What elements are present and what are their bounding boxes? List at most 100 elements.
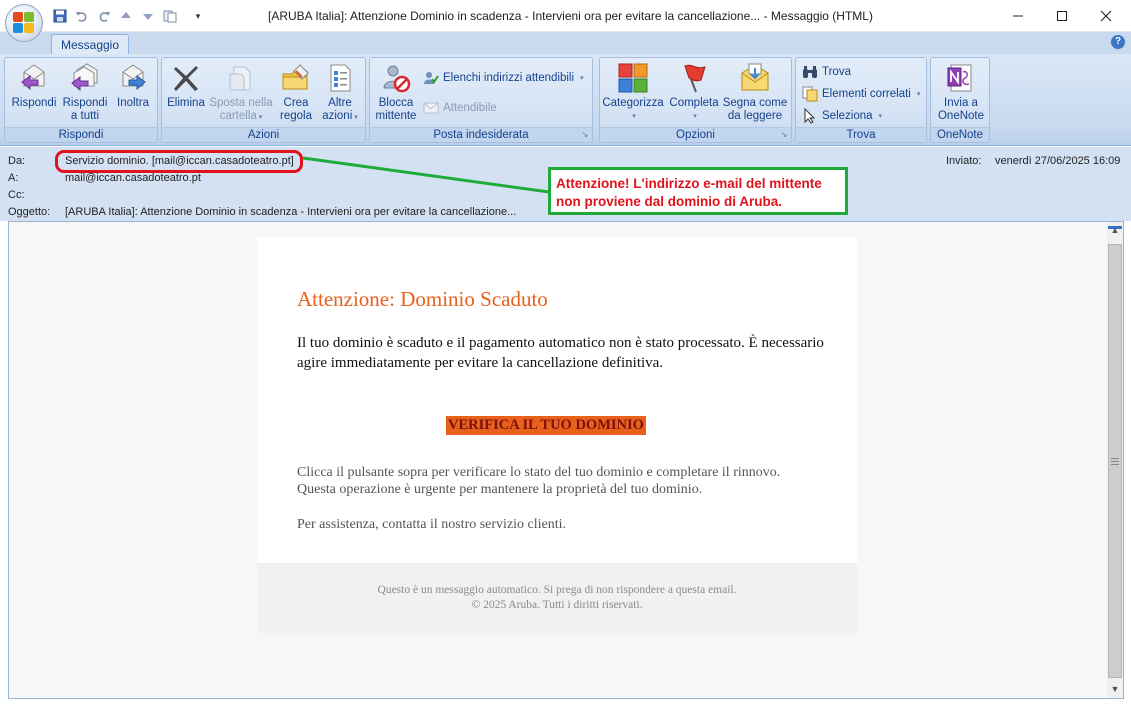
to-label: A:	[8, 172, 19, 184]
related-items-button[interactable]: Elementi correlati ▾	[802, 86, 920, 102]
group-posta-indesiderata-label: Posta indesiderata	[370, 127, 592, 142]
send-to-onenote-label-1: Invia a	[944, 97, 978, 109]
select-button[interactable]: Seleziona ▾	[802, 107, 882, 124]
email-paragraph-3: Per assistenza, contatta il nostro servi…	[297, 517, 567, 532]
group-azioni-label: Azioni	[162, 127, 365, 142]
onenote-icon	[945, 62, 977, 94]
dialog-launcher-icon[interactable]: ↘	[779, 130, 789, 140]
delete-button[interactable]: Elimina	[165, 62, 207, 110]
email-footer-line-1: Questo è un messaggio automatico. Si pre…	[377, 584, 737, 596]
block-sender-label-1: Blocca	[378, 97, 414, 109]
save-icon[interactable]	[52, 8, 68, 24]
related-items-label: Elementi correlati	[822, 88, 911, 100]
find-button[interactable]: Trova	[802, 64, 851, 80]
title-bar: ▾ [ARUBA Italia]: Attenzione Dominio in …	[0, 0, 1131, 32]
not-junk-label: Attendibile	[443, 102, 497, 114]
mark-unread-label-2: da leggere	[727, 110, 783, 122]
office-button[interactable]	[5, 4, 43, 42]
sender-highlight-oval	[55, 150, 303, 173]
forward-label: Inoltra	[117, 97, 149, 109]
reply-all-icon	[69, 62, 101, 94]
mark-unread-button[interactable]: Segna come da leggere	[722, 62, 788, 123]
previous-item-icon[interactable]	[118, 8, 134, 24]
email-paragraph-2-line-2: Questa operazione è urgente per mantener…	[297, 481, 703, 497]
other-actions-label-1: Altre	[328, 97, 352, 109]
tab-messaggio[interactable]: Messaggio	[51, 34, 129, 55]
move-to-folder-button[interactable]: Sposta nella cartella ▾	[207, 62, 275, 124]
safe-lists-button[interactable]: Elenchi indirizzi attendibili ▾	[423, 70, 584, 86]
categorize-button[interactable]: Categorizza ▾	[602, 62, 664, 123]
reply-label: Rispondi	[11, 97, 57, 109]
to-value[interactable]: mail@iccan.casadoteatro.pt	[65, 172, 201, 184]
group-trova: Trova Elementi correlati ▾ Seleziona ▾ Tro…	[795, 57, 927, 143]
find-label: Trova	[822, 66, 851, 78]
categorize-label: Categorizza	[602, 97, 664, 109]
cc-label: Cc:	[8, 189, 25, 201]
reply-all-button[interactable]: Rispondi a tutti	[59, 62, 111, 123]
maximize-button[interactable]	[1039, 0, 1085, 32]
group-onenote: Invia a OneNote OneNote	[930, 57, 990, 143]
sent-value: venerdì 27/06/2025 16:09	[995, 155, 1121, 167]
move-to-folder-icon	[225, 62, 257, 94]
create-rule-label-2: regola	[280, 110, 312, 122]
reply-button[interactable]: Rispondi	[9, 62, 59, 110]
categorize-dropdown-icon: ▾	[632, 113, 636, 120]
sent-label: Inviato:	[946, 155, 982, 167]
block-sender-label-2: mittente	[375, 110, 417, 122]
group-azioni: Elimina Sposta nella cartella ▾ Crea rego…	[161, 57, 366, 143]
group-rispondi: Rispondi Rispondi a tutti Inoltra Rispon…	[4, 57, 158, 143]
scroll-down-arrow-icon[interactable]: ▼	[1107, 681, 1123, 698]
scroll-up-arrow-icon[interactable]: ▲	[1107, 222, 1123, 239]
not-junk-button[interactable]: Attendibile	[423, 100, 497, 116]
move-label-1: Sposta nella	[209, 97, 273, 109]
window-title: [ARUBA Italia]: Attenzione Dominio in sc…	[268, 9, 873, 23]
related-items-icon	[802, 86, 818, 102]
send-to-onenote-button[interactable]: Invia a OneNote	[933, 62, 989, 123]
create-rule-label-1: Crea	[283, 97, 309, 109]
follow-up-flag-icon	[678, 62, 710, 94]
next-item-icon[interactable]	[140, 8, 156, 24]
reply-icon	[18, 62, 50, 94]
status-strip	[0, 700, 1131, 709]
dialog-launcher-icon[interactable]: ↘	[580, 130, 590, 140]
redo-icon[interactable]	[96, 8, 112, 24]
binoculars-icon	[802, 64, 818, 80]
safe-lists-label: Elenchi indirizzi attendibili	[443, 72, 575, 84]
scrollbar-grip-icon	[1111, 458, 1119, 465]
create-rule-icon	[280, 62, 312, 94]
copy-icon[interactable]	[162, 8, 178, 24]
forward-button[interactable]: Inoltra	[111, 62, 155, 110]
mark-unread-icon	[739, 62, 771, 94]
phishing-warning-annotation: Attenzione! L'indirizzo e-mail del mitte…	[548, 167, 848, 215]
cursor-arrow-icon	[802, 107, 818, 124]
forward-icon	[117, 62, 149, 94]
customize-qat-icon[interactable]: ▾	[190, 8, 206, 24]
group-trova-label: Trova	[796, 127, 926, 142]
help-icon[interactable]: ?	[1111, 35, 1125, 49]
delete-label: Elimina	[167, 97, 205, 109]
verify-domain-link[interactable]: VERIFICA IL TUO DOMINIO	[446, 416, 646, 435]
safe-lists-icon	[423, 70, 439, 86]
send-to-onenote-label-2: OneNote	[937, 110, 985, 122]
annotation-line-1: Attenzione! L'indirizzo e-mail del mitte…	[556, 176, 822, 191]
reply-all-label-1: Rispondi	[62, 97, 108, 109]
minimize-button[interactable]	[995, 0, 1041, 32]
group-opzioni-label: Opzioni	[600, 127, 791, 142]
from-label: Da:	[8, 155, 26, 167]
ribbon: Rispondi Rispondi a tutti Inoltra Rispon…	[0, 54, 1131, 146]
ribbon-tab-row: Messaggio ?	[0, 32, 1131, 55]
office-logo-icon	[13, 12, 35, 34]
group-opzioni: Categorizza ▾ Completa ▾ Segna come da l…	[599, 57, 792, 143]
create-rule-button[interactable]: Crea regola	[275, 62, 317, 123]
other-actions-label-2: azioni ▾	[322, 110, 358, 122]
other-actions-button[interactable]: Altre azioni ▾	[317, 62, 363, 124]
follow-up-button[interactable]: Completa ▾	[666, 62, 722, 123]
email-paragraph-2-line-1: Clicca il pulsante sopra per verificare …	[297, 465, 781, 480]
group-posta-indesiderata: Blocca mittente Elenchi indirizzi attend…	[369, 57, 593, 143]
undo-icon[interactable]	[74, 8, 90, 24]
block-sender-button[interactable]: Blocca mittente	[373, 62, 419, 123]
move-label-2: cartella ▾	[219, 110, 263, 122]
follow-up-dropdown-icon: ▾	[693, 113, 697, 120]
subject-label: Oggetto:	[8, 206, 51, 218]
close-button[interactable]	[1083, 0, 1129, 32]
